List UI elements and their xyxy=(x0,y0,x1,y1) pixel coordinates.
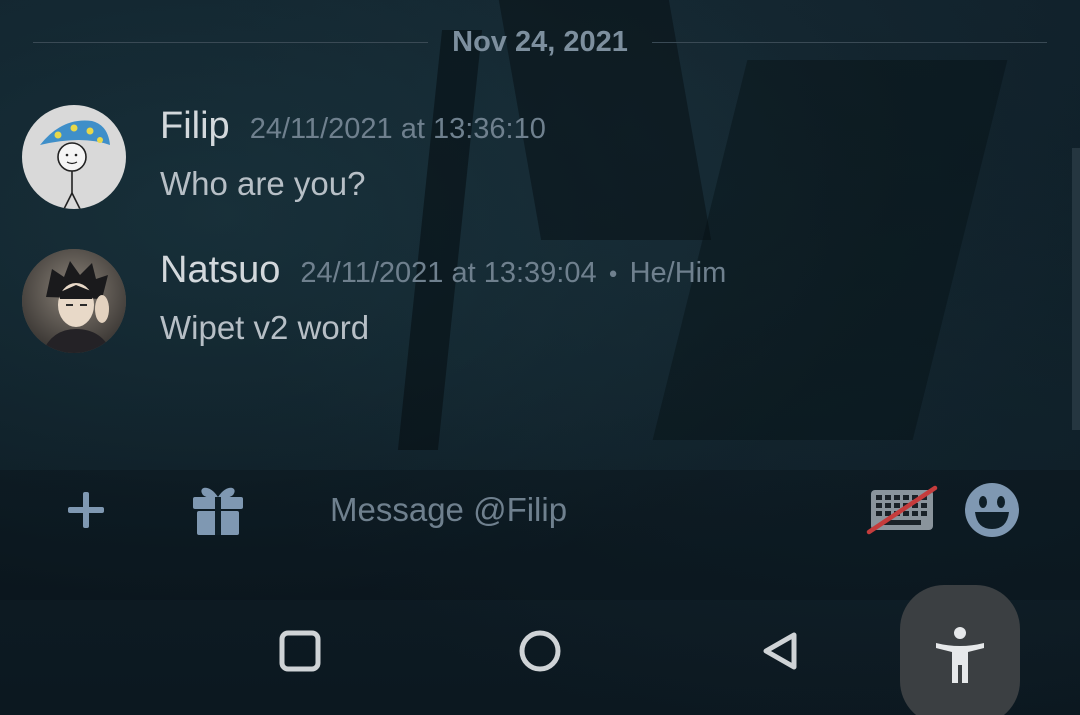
message-body: Filip 24/11/2021 at 13:36:10 Who are you… xyxy=(160,105,546,209)
home-button[interactable] xyxy=(514,625,566,677)
home-circle-icon xyxy=(519,630,561,672)
message-timestamp: 24/11/2021 at 13:36:10 xyxy=(249,113,546,145)
keyboard-off-icon xyxy=(866,485,938,535)
message-composer xyxy=(0,470,1080,550)
add-attachment-button[interactable] xyxy=(60,484,112,536)
accessibility-button[interactable] xyxy=(900,585,1020,715)
divider-line-right xyxy=(651,41,1048,43)
meta-separator: • xyxy=(606,263,620,288)
pronouns-label: He/Him xyxy=(629,257,727,289)
emoji-button[interactable] xyxy=(962,480,1022,540)
chat-screen: Nov 24, 2021 Filip 24/11/2021 at 13:36:1… xyxy=(0,0,1080,715)
message-timestamp: 24/11/2021 at 13:39:04 xyxy=(300,257,597,289)
avatar[interactable] xyxy=(22,105,126,209)
divider-line-left xyxy=(33,41,429,43)
back-button[interactable] xyxy=(756,627,804,675)
scrollbar[interactable] xyxy=(1072,148,1080,430)
message-text: Who are you? xyxy=(160,165,366,202)
author-name[interactable]: Filip xyxy=(160,105,230,148)
message-body: Natsuo 24/11/2021 at 13:39:04 • He/Him W… xyxy=(160,249,726,353)
gift-icon xyxy=(193,487,243,535)
gift-button[interactable] xyxy=(188,480,248,540)
message-item[interactable]: Natsuo 24/11/2021 at 13:39:04 • He/Him W… xyxy=(22,249,726,353)
message-item[interactable]: Filip 24/11/2021 at 13:36:10 Who are you… xyxy=(22,105,546,209)
author-name[interactable]: Natsuo xyxy=(160,249,280,292)
message-text: Wipet v2 word xyxy=(160,309,370,346)
back-triangle-icon xyxy=(763,632,797,670)
keyboard-toggle-button[interactable] xyxy=(864,482,940,538)
system-navigation-bar xyxy=(0,585,1080,715)
date-divider: Nov 24, 2021 xyxy=(33,22,1048,62)
message-header: Filip 24/11/2021 at 13:36:10 xyxy=(160,105,546,165)
plus-icon xyxy=(68,492,104,528)
message-header: Natsuo 24/11/2021 at 13:39:04 • He/Him xyxy=(160,249,726,309)
emoji-icon xyxy=(965,483,1019,537)
date-divider-label: Nov 24, 2021 xyxy=(452,25,628,58)
background-decoration xyxy=(397,30,483,450)
accessibility-icon xyxy=(936,627,984,683)
recents-square-icon xyxy=(279,630,321,672)
avatar[interactable] xyxy=(22,249,126,353)
message-input[interactable] xyxy=(330,485,830,535)
recents-button[interactable] xyxy=(276,627,324,675)
